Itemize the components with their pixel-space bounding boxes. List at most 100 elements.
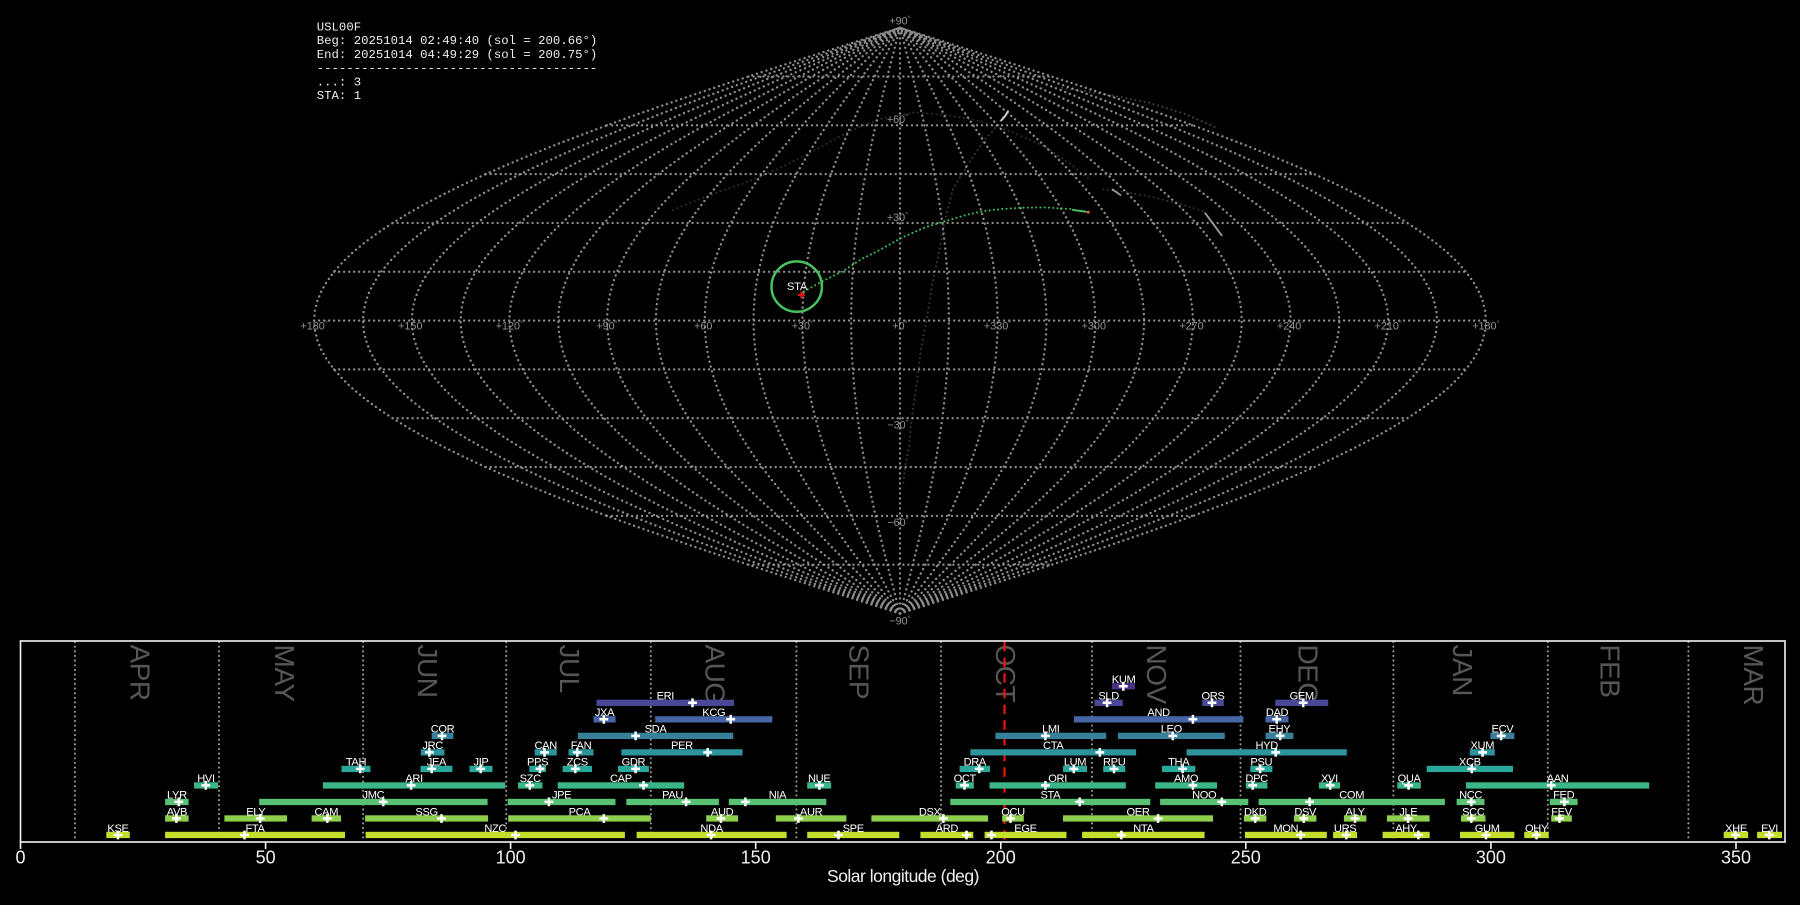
svg-text:JMC: JMC [363, 790, 385, 802]
svg-text:+120°: +120° [496, 319, 523, 333]
svg-text:RPU: RPU [1103, 757, 1126, 769]
svg-text:100: 100 [496, 848, 526, 868]
svg-text:THA: THA [1168, 757, 1190, 769]
svg-text:JIP: JIP [474, 757, 489, 769]
svg-text:JXA: JXA [595, 707, 615, 719]
svg-text:FED: FED [1553, 790, 1574, 802]
svg-text:300: 300 [1476, 848, 1506, 868]
svg-text:+150°: +150° [398, 319, 425, 333]
svg-text:...: 3: ...: 3 [317, 75, 361, 89]
svg-text:+60°: +60° [694, 319, 715, 333]
svg-text:NTA: NTA [1133, 823, 1154, 835]
svg-text:+90°: +90° [596, 319, 617, 333]
svg-text:KSE: KSE [107, 823, 128, 835]
svg-text:SDA: SDA [645, 724, 668, 736]
svg-text:NIA: NIA [769, 790, 787, 802]
svg-text:AAN: AAN [1547, 773, 1569, 785]
svg-text:GDR: GDR [622, 757, 646, 769]
svg-text:DRA: DRA [964, 757, 987, 769]
svg-text:Beg: 20251014 02:49:40 (sol =: Beg: 20251014 02:49:40 (sol = 200.66°) [317, 34, 597, 48]
svg-text:−60°: −60° [887, 515, 908, 529]
svg-text:+300°: +300° [1082, 319, 1109, 333]
svg-text:Solar longitude (deg): Solar longitude (deg) [827, 866, 979, 886]
svg-text:SPE: SPE [843, 823, 864, 835]
svg-text:COR: COR [431, 724, 455, 736]
svg-text:EVI: EVI [1761, 823, 1778, 835]
svg-text:MAY: MAY [269, 645, 300, 703]
svg-text:OCT: OCT [954, 773, 977, 785]
svg-text:NCC: NCC [1459, 790, 1482, 802]
svg-text:PCA: PCA [569, 806, 592, 818]
svg-text:------------------------------: -------------------------------------- [317, 62, 597, 76]
svg-text:OHY: OHY [1525, 823, 1549, 835]
svg-text:SEP: SEP [844, 645, 875, 700]
svg-text:PPS: PPS [527, 757, 548, 769]
svg-text:NUE: NUE [808, 773, 830, 785]
svg-text:MON: MON [1273, 823, 1298, 835]
svg-text:+180°: +180° [1472, 319, 1499, 333]
svg-text:ORI: ORI [1048, 773, 1067, 785]
svg-text:JUL: JUL [554, 645, 585, 693]
svg-text:SLD: SLD [1098, 691, 1119, 703]
svg-text:+30°: +30° [887, 210, 908, 224]
svg-text:ORS: ORS [1202, 691, 1225, 703]
svg-text:XHE: XHE [1725, 823, 1747, 835]
svg-text:SCC: SCC [1462, 806, 1485, 818]
svg-text:PAU: PAU [662, 790, 683, 802]
svg-text:+90°: +90° [889, 14, 910, 28]
svg-text:+270°: +270° [1179, 319, 1206, 333]
svg-text:PER: PER [671, 740, 693, 752]
svg-text:50: 50 [256, 848, 276, 868]
svg-text:JAN: JAN [1447, 645, 1478, 696]
svg-text:AND: AND [1147, 707, 1170, 719]
svg-text:FAN: FAN [571, 740, 592, 752]
svg-text:STA: STA [787, 281, 808, 293]
svg-text:JUN: JUN [412, 645, 443, 698]
svg-text:DSX: DSX [919, 806, 942, 818]
svg-text:JEA: JEA [427, 757, 447, 769]
svg-text:200: 200 [986, 848, 1016, 868]
svg-text:EGE: EGE [1014, 823, 1036, 835]
svg-text:OER: OER [1127, 806, 1150, 818]
svg-text:JRC: JRC [422, 740, 443, 752]
svg-text:AUR: AUR [800, 806, 823, 818]
svg-text:CAP: CAP [610, 773, 632, 785]
svg-text:CAM: CAM [314, 806, 338, 818]
svg-text:STA: 1: STA: 1 [317, 89, 361, 103]
svg-text:KCG: KCG [702, 707, 725, 719]
svg-text:ERI: ERI [657, 691, 675, 703]
svg-text:GUM: GUM [1475, 823, 1500, 835]
svg-text:JLE: JLE [1399, 806, 1417, 818]
svg-text:FTA: FTA [245, 823, 265, 835]
svg-text:AMO: AMO [1174, 773, 1199, 785]
svg-text:End: 20251014 04:49:29 (sol =: End: 20251014 04:49:29 (sol = 200.75°) [317, 48, 597, 62]
svg-text:FEV: FEV [1551, 806, 1572, 818]
svg-text:SZC: SZC [520, 773, 541, 785]
svg-text:AHY: AHY [1395, 823, 1418, 835]
svg-text:150: 150 [741, 848, 771, 868]
svg-text:350: 350 [1721, 848, 1751, 868]
svg-text:0: 0 [15, 848, 25, 868]
svg-text:+60°: +60° [887, 112, 908, 126]
svg-text:+240°: +240° [1277, 319, 1304, 333]
svg-text:ELY: ELY [246, 806, 266, 818]
svg-text:NOO: NOO [1192, 790, 1217, 802]
svg-text:CTA: CTA [1043, 740, 1064, 752]
svg-text:DAD: DAD [1266, 707, 1289, 719]
svg-text:LUM: LUM [1064, 757, 1086, 769]
svg-text:NZC: NZC [484, 823, 506, 835]
svg-text:APR: APR [124, 645, 155, 701]
svg-text:NDA: NDA [700, 823, 723, 835]
svg-text:USL00F: USL00F [317, 20, 361, 34]
svg-text:+180°: +180° [300, 319, 327, 333]
svg-text:ZCS: ZCS [567, 757, 588, 769]
svg-text:LEO: LEO [1161, 724, 1183, 736]
svg-text:AVB: AVB [167, 806, 187, 818]
svg-text:STA: STA [1040, 790, 1061, 802]
svg-text:ARI: ARI [405, 773, 423, 785]
svg-text:HVI: HVI [197, 773, 215, 785]
svg-text:MAR: MAR [1738, 645, 1769, 706]
svg-text:−30°: −30° [887, 418, 908, 432]
svg-text:EHY: EHY [1269, 724, 1292, 736]
svg-text:LMI: LMI [1042, 724, 1060, 736]
